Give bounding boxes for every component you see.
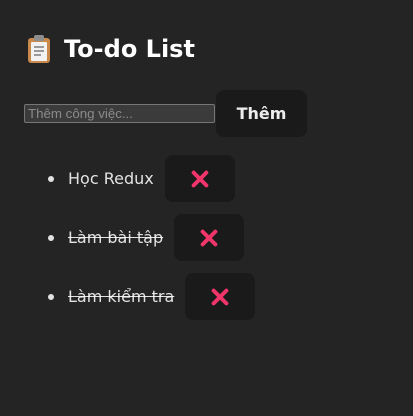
page-title-text: To-do List	[64, 35, 195, 63]
todo-item: Học Redux	[48, 155, 255, 202]
delete-todo-button[interactable]	[185, 273, 256, 320]
bullet-icon	[48, 175, 54, 182]
add-button[interactable]: Thêm	[216, 90, 307, 137]
page-title: To-do List	[24, 30, 413, 68]
todo-list: Học Redux Làm bài tập Làm kiểm tra	[48, 155, 256, 332]
bullet-icon	[48, 293, 54, 300]
todo-item: Làm bài tập	[48, 214, 255, 261]
todo-item-text[interactable]: Học Redux	[68, 169, 154, 188]
delete-todo-button[interactable]	[164, 155, 235, 202]
todo-item-text[interactable]: Làm bài tập	[68, 228, 163, 247]
todo-app: To-do List Thêm Học Redux Làm bài tập Là…	[24, 30, 413, 320]
bullet-icon	[48, 234, 54, 241]
close-icon	[190, 169, 210, 189]
add-task-form: Thêm	[24, 90, 307, 137]
task-input[interactable]	[24, 104, 215, 123]
close-icon	[210, 287, 230, 307]
todo-item: Làm kiểm tra	[48, 273, 256, 320]
clipboard-icon	[28, 35, 50, 63]
close-icon	[199, 228, 219, 248]
delete-todo-button[interactable]	[174, 214, 245, 261]
todo-item-text[interactable]: Làm kiểm tra	[68, 287, 174, 306]
